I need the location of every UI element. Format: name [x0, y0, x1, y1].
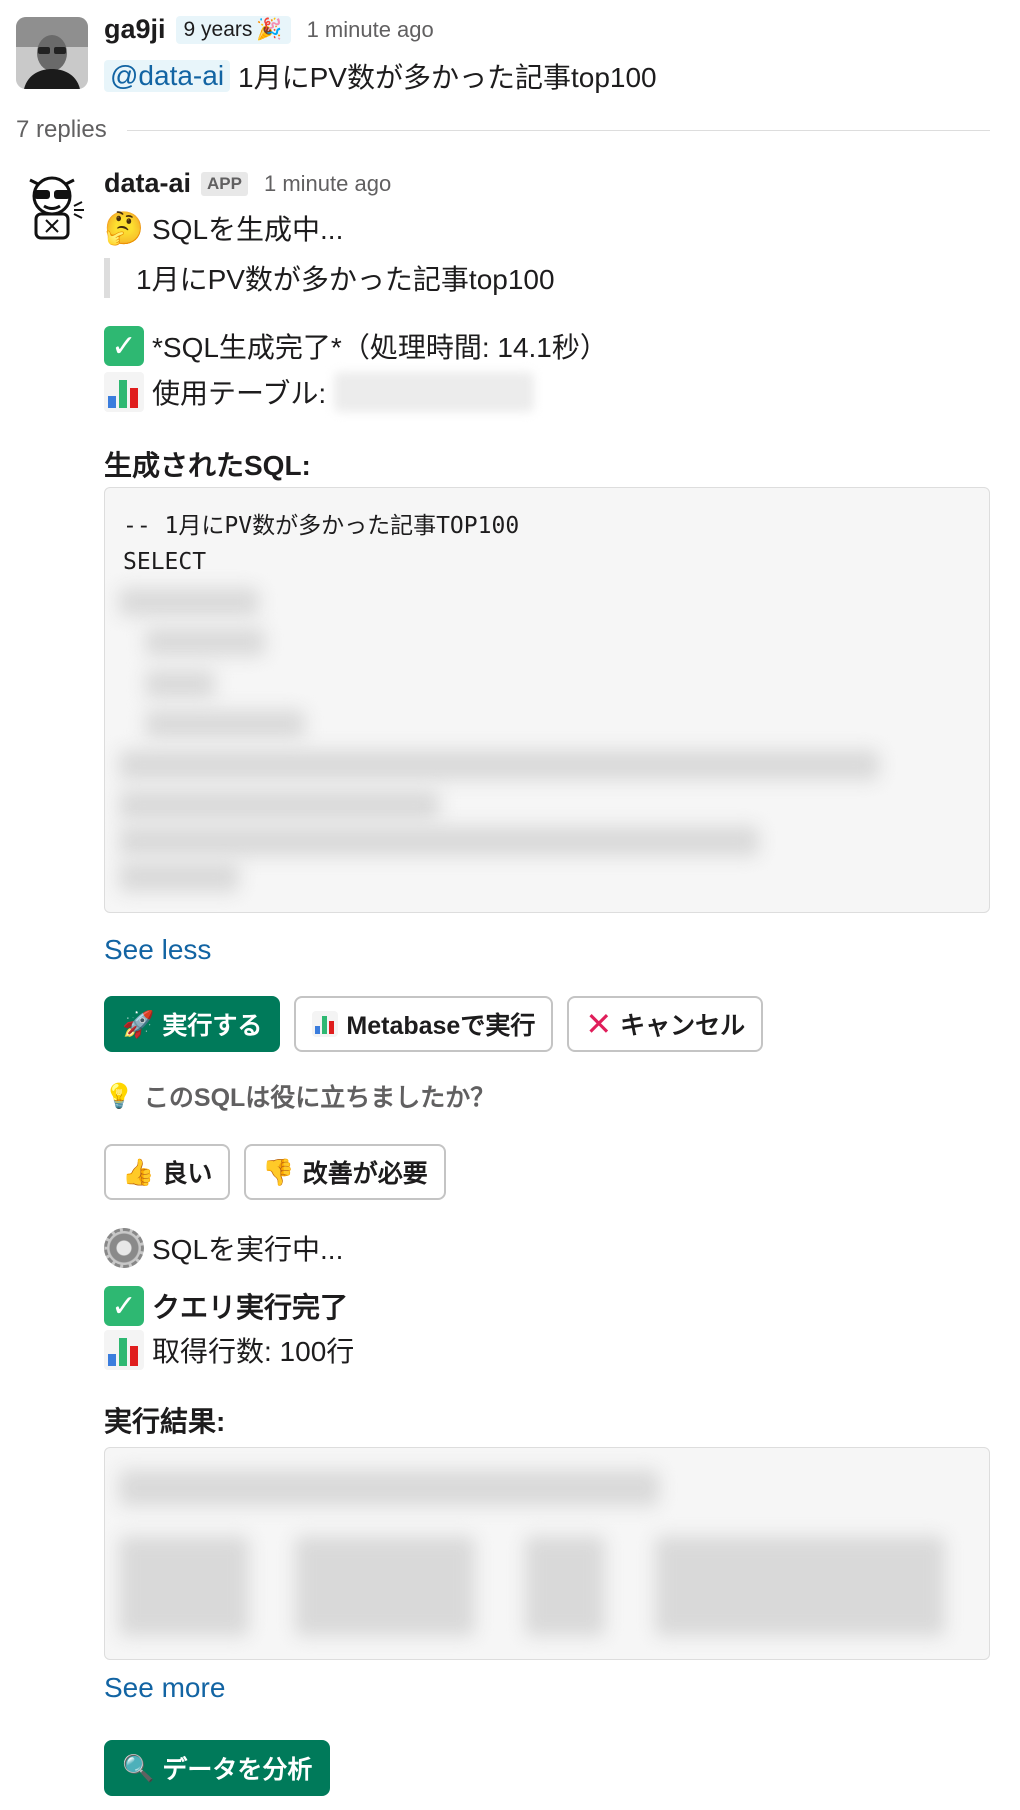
redacted-result-cell: [295, 1536, 475, 1636]
years-badge: 9 years 🎉: [175, 15, 291, 44]
thumbs-down-button[interactable]: 👎 改善が必要: [244, 1144, 446, 1200]
bar-chart-icon: [104, 1330, 144, 1370]
results-block[interactable]: [104, 1447, 990, 1660]
status-executing-line: SQLを実行中...: [104, 1228, 343, 1268]
feedback-question: 💡 このSQLは役に立ちましたか？: [104, 1078, 495, 1114]
bot-username[interactable]: data-ai: [104, 168, 191, 199]
redacted-result-header: [119, 1470, 659, 1506]
thinking-face-icon: 🤔: [104, 210, 144, 246]
parent-message-text: 1月にPV数が多かった記事top100: [238, 62, 657, 93]
cancel-button-label: キャンセル: [620, 1012, 746, 1040]
status-done-text: *SQL生成完了*（処理時間: 14.1秒）: [152, 332, 608, 363]
light-bulb-icon: 💡: [104, 1082, 134, 1110]
replies-divider: 7 replies: [16, 116, 990, 144]
redacted-result-cell: [119, 1536, 249, 1636]
bar-chart-icon: [104, 372, 144, 412]
sql-code-block[interactable]: -- 1月にPV数が多かった記事TOP100 SELECT: [104, 487, 990, 913]
analyze-data-button[interactable]: 🔍 データを分析: [104, 1740, 331, 1796]
redacted-sql-line: [119, 790, 439, 820]
thumbs-down-icon: 👎: [262, 1157, 295, 1187]
parent-message-body: @data-ai 1月にPV数が多かった記事top100: [104, 56, 657, 96]
redacted-sql-line: [119, 826, 759, 856]
divider-line: [126, 129, 990, 131]
redacted-table-name: [334, 372, 535, 412]
sql-line-select: SELECT: [123, 549, 207, 575]
execute-button-label: 実行する: [162, 1012, 263, 1040]
generated-sql-title: 生成されたSQL:: [104, 450, 311, 481]
parent-username[interactable]: ga9ji: [104, 14, 166, 45]
parent-timestamp[interactable]: 1 minute ago: [307, 17, 434, 43]
query-done-line: ✓ クエリ実行完了: [104, 1286, 348, 1326]
redacted-sql-line: [119, 588, 259, 616]
redacted-result-cell: [525, 1536, 605, 1636]
metabase-button-label: Metabaseで実行: [346, 1012, 536, 1040]
good-button-label: 良い: [162, 1160, 213, 1188]
gear-icon: [104, 1228, 144, 1268]
action-buttons: 🚀 実行する Metabaseで実行 ✕ キャンセル: [104, 996, 764, 1052]
query-done-text: クエリ実行完了: [152, 1292, 349, 1323]
years-badge-label: 9 years: [183, 17, 253, 41]
see-more-link[interactable]: See more: [104, 1672, 225, 1704]
rows-fetched-line: 取得行数: 100行: [104, 1330, 354, 1370]
bot-message-header: data-ai APP 1 minute ago: [104, 168, 391, 199]
user-avatar[interactable]: [16, 17, 88, 89]
bar-chart-icon: [312, 1011, 339, 1037]
analyze-buttons: 🔍 データを分析: [104, 1740, 331, 1796]
table-line: 使用テーブル:: [104, 372, 535, 412]
party-popper-icon: 🎉: [256, 17, 283, 41]
feedback-question-text: このSQLは役に立ちましたか？: [143, 1084, 496, 1112]
thumbs-up-button[interactable]: 👍 良い: [104, 1144, 231, 1200]
replies-count: 7 replies: [16, 116, 107, 143]
redacted-result-cell: [655, 1536, 945, 1636]
redacted-sql-line: [145, 710, 305, 738]
redacted-sql-line: [119, 862, 239, 892]
status-generating-text: SQLを生成中...: [152, 214, 344, 245]
thumbs-up-icon: 👍: [122, 1157, 155, 1187]
status-done-line: ✓ *SQL生成完了*（処理時間: 14.1秒）: [104, 326, 608, 366]
check-mark-icon: ✓: [104, 326, 144, 366]
sql-line-comment: -- 1月にPV数が多かった記事TOP100: [123, 513, 520, 539]
redacted-sql-line: [119, 750, 879, 780]
quoted-request: 1月にPV数が多かった記事top100: [104, 258, 555, 298]
redacted-sql-line: [145, 670, 215, 698]
results-title: 実行結果:: [104, 1406, 226, 1437]
bot-avatar[interactable]: [16, 170, 88, 242]
see-less-link[interactable]: See less: [104, 934, 211, 966]
check-mark-icon: ✓: [104, 1286, 144, 1326]
feedback-buttons: 👍 良い 👎 改善が必要: [104, 1144, 446, 1200]
rows-fetched-text: 取得行数: 100行: [152, 1336, 355, 1367]
cancel-button[interactable]: ✕ キャンセル: [567, 996, 764, 1052]
table-label: 使用テーブル:: [152, 378, 327, 409]
redacted-sql-line: [145, 628, 265, 656]
bot-timestamp[interactable]: 1 minute ago: [264, 171, 391, 197]
rocket-icon: 🚀: [122, 1009, 155, 1039]
execute-button[interactable]: 🚀 実行する: [104, 996, 281, 1052]
cross-mark-icon: ✕: [585, 1006, 613, 1042]
bot-mention[interactable]: @data-ai: [104, 60, 231, 92]
parent-message-header: ga9ji 9 years 🎉 1 minute ago: [104, 14, 434, 45]
magnifying-glass-icon: 🔍: [122, 1753, 155, 1783]
metabase-execute-button[interactable]: Metabaseで実行: [294, 996, 554, 1052]
status-executing-text: SQLを実行中...: [152, 1234, 344, 1265]
status-generating-line: 🤔 SQLを生成中...: [104, 208, 343, 248]
needs-improvement-label: 改善が必要: [302, 1160, 428, 1188]
app-badge: APP: [201, 171, 248, 196]
analyze-button-label: データを分析: [162, 1756, 313, 1784]
